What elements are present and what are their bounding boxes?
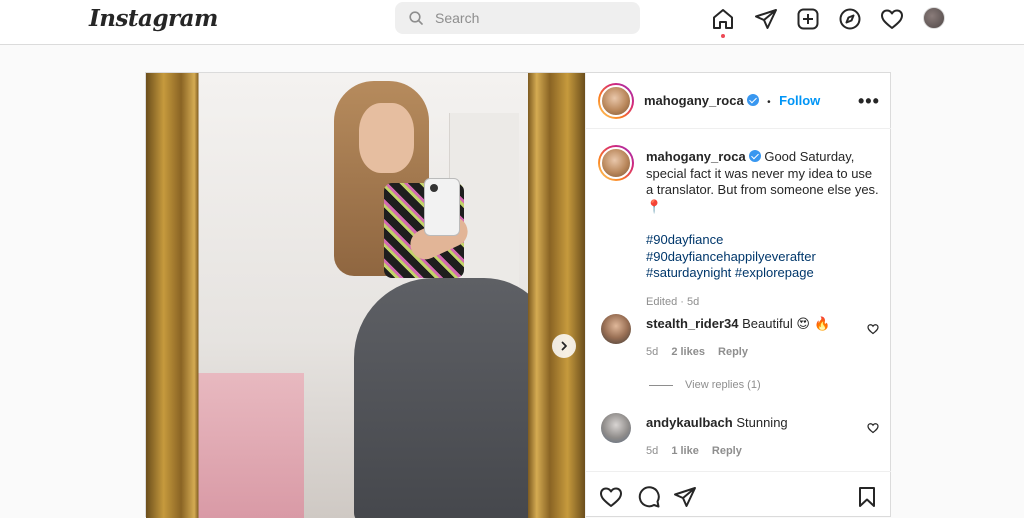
comment-emojis: 😍 🔥 — [796, 317, 831, 332]
search-icon — [409, 11, 423, 25]
follow-button[interactable]: Follow — [779, 93, 820, 108]
separator-dot: • — [767, 97, 771, 108]
direct-icon[interactable] — [754, 7, 778, 31]
view-replies-label: View replies (1) — [685, 379, 761, 391]
share-icon[interactable] — [673, 485, 697, 509]
hashtag[interactable]: #90dayfiancehappilyeverafter — [646, 249, 881, 266]
commenter-avatar[interactable] — [601, 413, 631, 443]
comment-icon[interactable] — [637, 485, 661, 509]
like-icon[interactable] — [599, 485, 623, 509]
comment-like-heart-icon[interactable] — [867, 323, 879, 335]
comment-text: Beautiful — [742, 316, 793, 331]
reply-button[interactable]: Reply — [712, 445, 742, 457]
search-input[interactable] — [435, 2, 625, 34]
home-icon[interactable] — [711, 7, 735, 31]
comment-meta: 5d 1 like Reply — [646, 445, 752, 457]
comment-age: 5d — [646, 346, 659, 358]
comment-age: 5d — [646, 445, 659, 457]
comment-meta: 5d 2 likes Reply — [646, 346, 758, 358]
author-avatar[interactable] — [598, 83, 634, 119]
caption-username[interactable]: mahogany_roca — [646, 149, 746, 164]
profile-avatar[interactable] — [923, 7, 945, 29]
search-box[interactable] — [395, 2, 640, 34]
comment-username[interactable]: stealth_rider34 — [646, 316, 739, 331]
divider — [649, 384, 673, 386]
comment-likes[interactable]: 2 likes — [671, 346, 705, 358]
verified-badge-icon — [748, 150, 761, 162]
comment-like-heart-icon[interactable] — [867, 422, 879, 434]
notification-dot — [721, 34, 725, 38]
caption-author-avatar[interactable] — [598, 145, 634, 181]
post-image[interactable] — [146, 73, 585, 518]
new-post-icon[interactable] — [796, 7, 820, 31]
post-header: mahogany_roca • Follow ••• — [586, 73, 891, 129]
commenter-avatar[interactable] — [601, 314, 631, 344]
instagram-logo[interactable]: Instagram — [89, 5, 218, 32]
view-replies-button[interactable]: View replies (1) — [649, 379, 761, 391]
verified-badge-icon — [746, 94, 759, 106]
explore-icon[interactable] — [838, 7, 862, 31]
comment-likes[interactable]: 1 like — [671, 445, 699, 457]
top-nav-bar: Instagram — [0, 0, 1024, 45]
post-actions-bar — [586, 471, 891, 518]
author-username[interactable]: mahogany_roca — [644, 93, 744, 108]
gold-mirror-frame — [146, 73, 585, 518]
edited-timestamp: Edited · 5d — [646, 295, 700, 308]
post-card: mahogany_roca • Follow ••• mahogany_roca… — [145, 72, 891, 518]
hashtag[interactable]: #saturdaynight — [646, 265, 731, 280]
comment: andykaulbach Stunning — [646, 415, 788, 430]
chevron-right-icon — [561, 341, 567, 351]
comment-text: Stunning — [736, 415, 788, 430]
activity-heart-icon[interactable] — [880, 7, 904, 31]
post-side-panel: mahogany_roca • Follow ••• mahogany_roca… — [585, 73, 891, 518]
hashtag[interactable]: #explorepage — [735, 265, 814, 280]
comment-username[interactable]: andykaulbach — [646, 415, 733, 430]
save-icon[interactable] — [855, 485, 879, 509]
reply-button[interactable]: Reply — [718, 346, 748, 358]
hashtag[interactable]: #90dayfiance — [646, 232, 881, 249]
next-image-button[interactable] — [552, 334, 576, 358]
comment: stealth_rider34 Beautiful 😍 🔥 — [646, 316, 830, 332]
pin-emoji: 📍 — [646, 199, 663, 215]
caption: mahogany_roca Good Saturday, special fac… — [646, 149, 881, 310]
more-options-icon[interactable]: ••• — [858, 91, 880, 112]
